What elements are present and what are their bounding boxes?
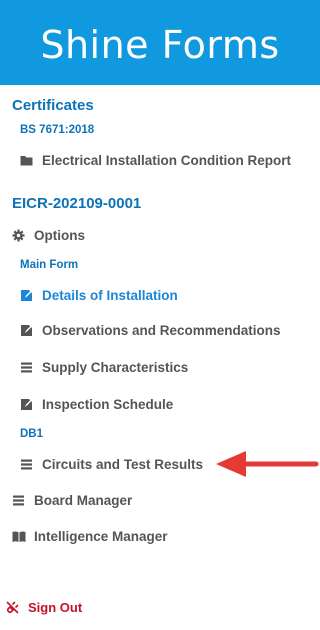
annotation-arrow-icon (216, 451, 319, 477)
layers-icon (12, 494, 26, 508)
details-of-installation-label: Details of Installation (42, 288, 178, 303)
book-icon (12, 530, 26, 544)
observations-label: Observations and Recommendations (42, 323, 281, 338)
nav-item-observations[interactable]: Observations and Recommendations (20, 323, 281, 338)
standard-label-text: BS 7671:2018 (20, 124, 95, 136)
certificates-heading: Certificates (12, 97, 94, 114)
sign-out-button[interactable]: Sign Out (6, 600, 82, 615)
report-item-label: Electrical Installation Condition Report (42, 153, 292, 168)
nav-item-supply-characteristics[interactable]: Supply Characteristics (20, 360, 188, 375)
main-form-label-text: Main Form (20, 259, 79, 271)
layers-icon (20, 458, 34, 472)
db-label: DB1 (20, 428, 43, 440)
edit-icon (20, 324, 34, 338)
nav-item-intelligence-manager[interactable]: Intelligence Manager (12, 529, 168, 544)
nav-item-circuits-and-test-results[interactable]: Circuits and Test Results (20, 457, 203, 472)
document-id-heading: EICR-202109-0001 (12, 195, 141, 212)
standard-label: BS 7671:2018 (20, 124, 94, 136)
intelligence-manager-label: Intelligence Manager (34, 529, 168, 544)
inspection-schedule-label: Inspection Schedule (42, 397, 174, 412)
folder-icon (20, 154, 34, 168)
document-id-text: EICR-202109-0001 (12, 195, 142, 212)
board-manager-label: Board Manager (34, 493, 133, 508)
report-item-eicr[interactable]: Electrical Installation Condition Report (20, 153, 291, 168)
layers-icon (20, 361, 34, 375)
unplug-icon (6, 601, 20, 615)
app-header: Shine Forms (0, 0, 320, 85)
supply-characteristics-label: Supply Characteristics (42, 360, 189, 375)
nav-item-details-of-installation[interactable]: Details of Installation (20, 288, 178, 303)
gear-icon (12, 229, 26, 243)
main-form-label: Main Form (20, 259, 78, 271)
nav-item-board-manager[interactable]: Board Manager (12, 493, 132, 508)
app-title: Shine Forms (40, 22, 280, 67)
edit-icon (20, 398, 34, 412)
circuits-and-test-results-label: Circuits and Test Results (42, 457, 204, 472)
options-label: Options (34, 228, 85, 243)
certificates-heading-label: Certificates (12, 97, 94, 114)
sign-out-label: Sign Out (28, 600, 83, 615)
nav-item-inspection-schedule[interactable]: Inspection Schedule (20, 397, 173, 412)
db-label-text: DB1 (20, 428, 44, 440)
options-menu[interactable]: Options (12, 228, 85, 243)
edit-icon (20, 289, 34, 303)
